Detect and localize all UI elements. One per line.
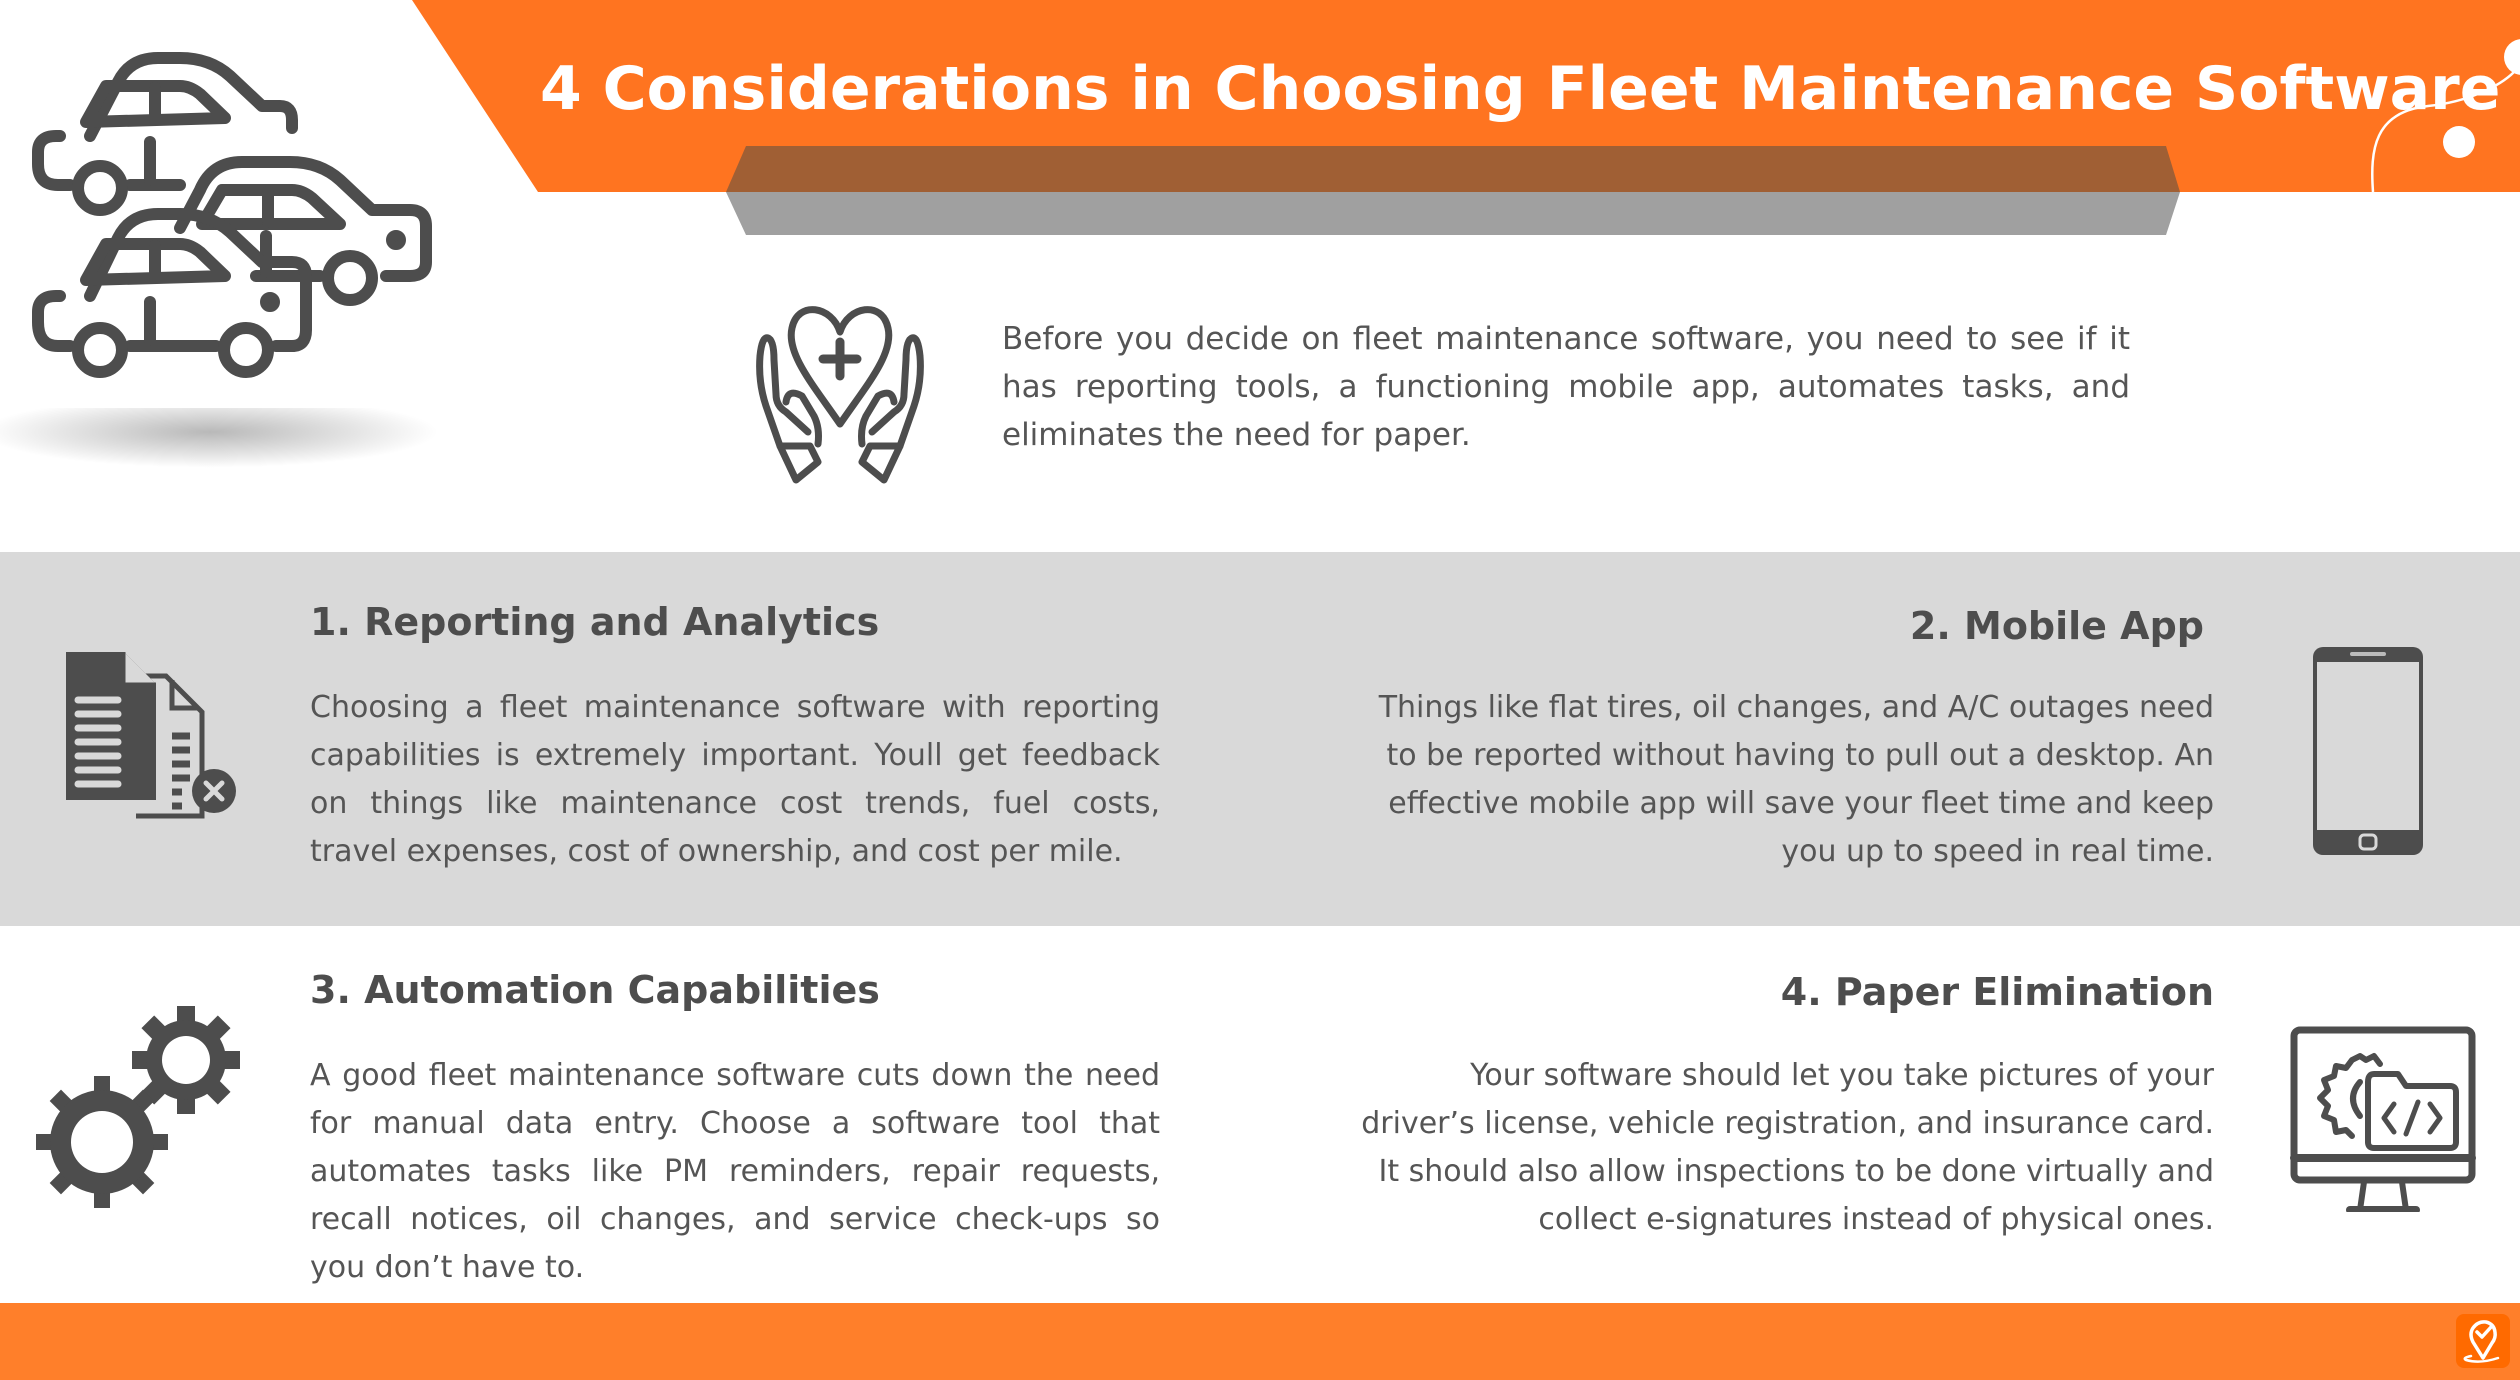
section-title-mobile-app: 2. Mobile App xyxy=(1909,604,2204,648)
monitor-code-icon xyxy=(2290,1026,2476,1212)
page-title: 4 Considerations in Choosing Fleet Maint… xyxy=(540,54,2501,124)
section-body-mobile-app: Things like flat tires, oil changes, and… xyxy=(1378,690,2214,869)
section-title-automation: 3. Automation Capabilities xyxy=(310,968,880,1012)
section-title-paper-elimination: 4. Paper Elimination xyxy=(1780,970,2214,1014)
decorative-dot-small xyxy=(2443,126,2475,158)
location-check-icon xyxy=(2463,1320,2500,1363)
gear-large xyxy=(36,1076,168,1208)
ribbon-brown xyxy=(726,146,2180,192)
section-body-paper-elimination: Your software should let you take pictur… xyxy=(1361,1058,2214,1237)
documents-report-icon xyxy=(66,652,236,819)
intro-paragraph: Before you decide on fleet maintenance s… xyxy=(1002,321,2130,453)
cars-fleet-icon xyxy=(32,52,432,378)
section-body-automation: A good fleet maintenance software cuts d… xyxy=(310,1058,1160,1285)
heart-hands-icon xyxy=(756,306,924,484)
gears-icon xyxy=(36,1006,240,1208)
smartphone-icon xyxy=(2313,647,2423,855)
cars-icon-shadow xyxy=(0,408,440,468)
footer-bar xyxy=(0,1303,2520,1380)
brand-logo[interactable] xyxy=(2456,1314,2510,1368)
section-title-reporting: 1. Reporting and Analytics xyxy=(310,600,880,644)
ribbon-gray xyxy=(726,192,2180,235)
section-body-reporting: Choosing a fleet maintenance software wi… xyxy=(310,690,1160,869)
